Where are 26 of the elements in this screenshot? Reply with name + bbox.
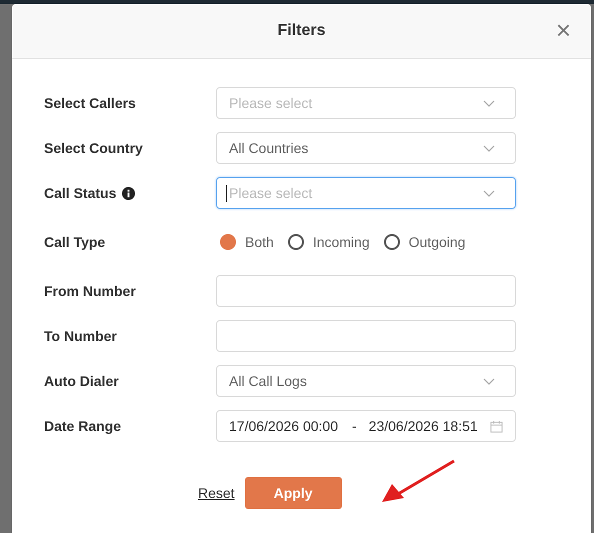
chevron-down-icon [483,144,495,152]
field-label: Auto Dialer [44,373,119,389]
select-field[interactable]: All Call Logs [216,365,516,397]
select-field[interactable]: All Countries [216,132,516,164]
close-button[interactable]: × [552,16,575,44]
apply-button[interactable]: Apply [244,477,342,509]
field-label: Call Status [44,185,116,201]
radio-option[interactable]: Outgoing [384,234,466,250]
field-label: From Number [44,283,136,299]
input-field[interactable] [216,275,516,307]
chevron-down-icon [483,190,495,196]
input-field[interactable] [216,320,516,352]
date-range-field[interactable]: 17/06/2026 00:00 - 23/06/2026 18:51 [216,410,516,442]
chevron-down-icon [483,100,495,106]
field-label: Select Callers [44,95,136,111]
field-label: Call Type [44,234,106,250]
radio-option[interactable]: Incoming [288,234,370,250]
dialog-title: Filters [277,22,326,40]
reset-link[interactable]: Reset [198,485,235,501]
info-icon[interactable] [122,186,136,200]
field-label: To Number [44,328,117,344]
calendar-icon [490,420,503,432]
field-label: Select Country [44,140,143,156]
radio-option[interactable]: Both [220,234,274,250]
field-label: Date Range [44,418,122,434]
chevron-down-icon [483,378,495,384]
